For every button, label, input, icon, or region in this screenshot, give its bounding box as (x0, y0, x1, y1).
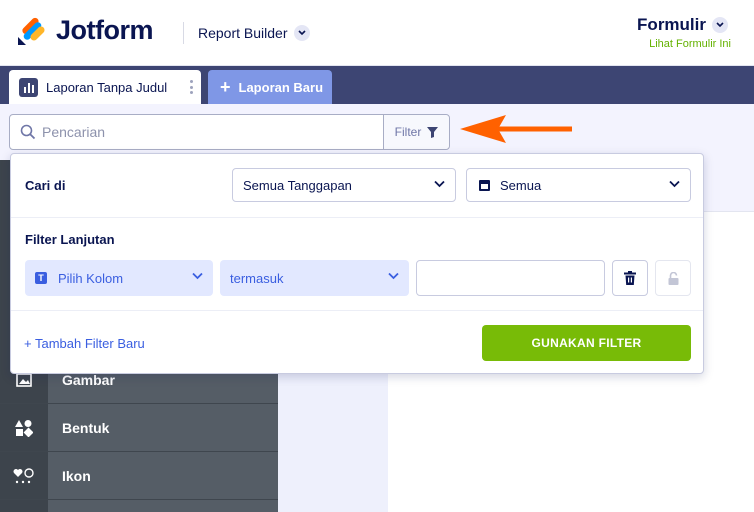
canvas-header (700, 160, 754, 212)
report-tab-bar: Laporan Tanpa Judul + Laporan Baru (0, 66, 754, 104)
filter-button[interactable]: Filter (383, 115, 449, 149)
calendar-icon (479, 179, 490, 191)
funnel-icon (427, 126, 439, 138)
app-switcher-label: Report Builder (198, 25, 288, 41)
arrow-left-icon (460, 115, 572, 143)
responses-select[interactable]: Semua Tanggapan (232, 168, 456, 202)
plus-icon: + (220, 77, 231, 97)
chevron-down-icon (388, 272, 399, 280)
emoji-icon (0, 452, 48, 500)
top-header: Jotform Report Builder Formulir Lihat Fo… (0, 0, 754, 66)
date-select-value: Semua (500, 177, 542, 193)
filter-popup-footer: + Tambah Filter Baru GUNAKAN FILTER (11, 310, 703, 374)
delete-filter-button[interactable] (612, 260, 648, 296)
search-bar: Filter (9, 114, 450, 150)
more-options-icon[interactable] (190, 80, 193, 94)
column-select-value: Pilih Kolom (58, 270, 124, 286)
brand-name[interactable]: Jotform (56, 15, 154, 46)
form-title-label: Formulir (637, 15, 706, 34)
form-title[interactable]: Formulir (637, 15, 728, 35)
advanced-filter-label: Filter Lanjutan (25, 232, 115, 247)
sidebar-item-label: Bentuk (62, 419, 110, 436)
lock-filter-button[interactable] (655, 260, 691, 296)
search-input[interactable] (42, 121, 382, 143)
add-new-filter-link[interactable]: + Tambah Filter Baru (24, 336, 145, 351)
filter-label: Filter (394, 125, 422, 139)
search-in-row: Cari di Semua Tanggapan Semua (11, 154, 703, 218)
shapes-icon (0, 404, 48, 452)
sidebar-item-bentuk[interactable]: Bentuk (0, 404, 278, 452)
view-form-link[interactable]: Lihat Formulir Ini (649, 38, 731, 50)
app-switcher[interactable]: Report Builder (198, 25, 310, 41)
chevron-down-icon (669, 180, 680, 188)
bar-chart-icon (19, 77, 38, 97)
header-divider (183, 22, 184, 44)
chevron-down-icon (293, 25, 310, 41)
apply-filter-button[interactable]: GUNAKAN FILTER (482, 325, 691, 361)
unlock-icon (668, 271, 678, 285)
operator-select[interactable]: termasuk (220, 260, 409, 296)
chevron-down-icon (434, 180, 445, 188)
trash-icon (624, 271, 636, 285)
search-in-label: Cari di (25, 178, 66, 193)
new-report-label: Laporan Baru (238, 79, 324, 95)
new-report-tab-button[interactable]: + Laporan Baru (208, 70, 332, 104)
jotform-logo-icon[interactable] (16, 15, 48, 47)
search-icon (20, 124, 36, 140)
filter-popup: Cari di Semua Tanggapan Semua Filter Lan… (10, 153, 704, 374)
text-column-icon: T (35, 272, 47, 284)
tab-label: Laporan Tanpa Judul (46, 79, 168, 95)
chevron-down-icon (712, 17, 728, 33)
chevron-down-icon (192, 272, 203, 280)
sidebar-item-label: Ikon (62, 467, 91, 484)
sidebar-item-ikon[interactable]: Ikon (0, 452, 278, 500)
tab-untitled-report[interactable]: Laporan Tanpa Judul (9, 70, 201, 104)
filter-value-input[interactable] (416, 260, 605, 296)
column-select[interactable]: T Pilih Kolom (25, 260, 213, 296)
operator-select-value: termasuk (230, 270, 284, 286)
date-range-select[interactable]: Semua (466, 168, 691, 202)
responses-select-value: Semua Tanggapan (243, 177, 352, 193)
